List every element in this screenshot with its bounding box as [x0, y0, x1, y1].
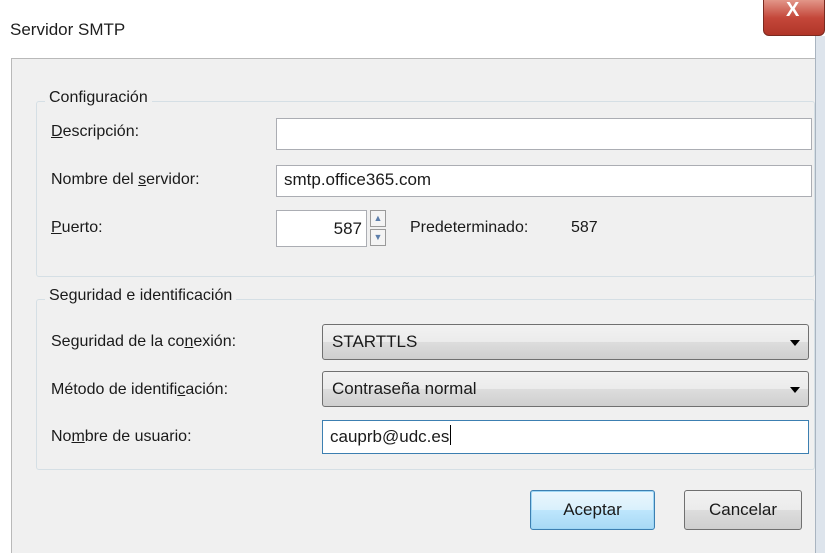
- port-default-label: Predeterminado:: [410, 219, 529, 236]
- server-field[interactable]: smtp.office365.com: [276, 165, 812, 197]
- config-group: Configuración Descripción: Nombre del se…: [36, 89, 815, 277]
- spin-down-icon[interactable]: ▼: [370, 229, 386, 246]
- port-spinner[interactable]: ▲ ▼: [370, 210, 386, 246]
- username-mnemonic: m: [71, 428, 85, 445]
- auth-method-label: Método de identificación:: [51, 381, 228, 399]
- close-icon: X: [786, 0, 800, 21]
- security-group-legend: Seguridad e identificación: [45, 287, 237, 305]
- server-label: Nombre del servidor:: [51, 171, 200, 189]
- port-mnemonic: P: [51, 219, 62, 236]
- username-field[interactable]: cauprb@udc.es: [322, 420, 809, 454]
- description-field[interactable]: [276, 118, 812, 150]
- auth-method-select[interactable]: Contraseña normal: [322, 371, 809, 407]
- port-field[interactable]: 587: [276, 210, 367, 247]
- config-group-legend: Configuración: [45, 89, 152, 107]
- port-label: Puerto:: [51, 219, 103, 237]
- security-group: Seguridad e identificación Seguridad de …: [36, 287, 815, 470]
- connection-label-a: Seguridad de la co: [51, 333, 185, 350]
- description-mnemonic: D: [51, 123, 63, 140]
- text-caret: [450, 425, 452, 445]
- window-frame: [815, 36, 825, 553]
- auth-label-b: ación:: [185, 381, 229, 398]
- description-label: Descripción:: [51, 123, 139, 141]
- connection-security-label: Seguridad de la conexión:: [51, 333, 236, 351]
- chevron-down-icon: [790, 387, 800, 393]
- auth-label-a: Método de identifi: [51, 381, 178, 398]
- username-label: Nombre de usuario:: [51, 428, 192, 446]
- connection-mnemonic: n: [184, 333, 194, 350]
- connection-security-select[interactable]: STARTTLS: [322, 324, 809, 360]
- auth-method-value: Contraseña normal: [332, 379, 477, 398]
- connection-label-b: exión:: [193, 333, 237, 350]
- port-label-text: uerto:: [61, 219, 103, 236]
- close-button[interactable]: X: [763, 0, 825, 36]
- title-bar: Servidor SMTP: [0, 0, 825, 58]
- username-label-a: No: [51, 428, 72, 445]
- chevron-down-icon: [790, 340, 800, 346]
- dialog-body: Configuración Descripción: Nombre del se…: [11, 58, 815, 553]
- connection-security-value: STARTTLS: [332, 332, 418, 351]
- server-label-a: Nombre del: [51, 171, 139, 188]
- server-label-b: ervidor:: [146, 171, 200, 188]
- description-label-text: escripción:: [62, 123, 140, 140]
- port-default-value: 587: [571, 219, 598, 236]
- spin-up-icon[interactable]: ▲: [370, 210, 386, 227]
- server-mnemonic: s: [138, 171, 147, 188]
- username-label-b: bre de usuario:: [84, 428, 192, 445]
- cancel-button[interactable]: Cancelar: [684, 490, 802, 530]
- username-value: cauprb@udc.es: [330, 427, 450, 446]
- ok-button[interactable]: Aceptar: [530, 490, 655, 530]
- window-title: Servidor SMTP: [10, 20, 126, 39]
